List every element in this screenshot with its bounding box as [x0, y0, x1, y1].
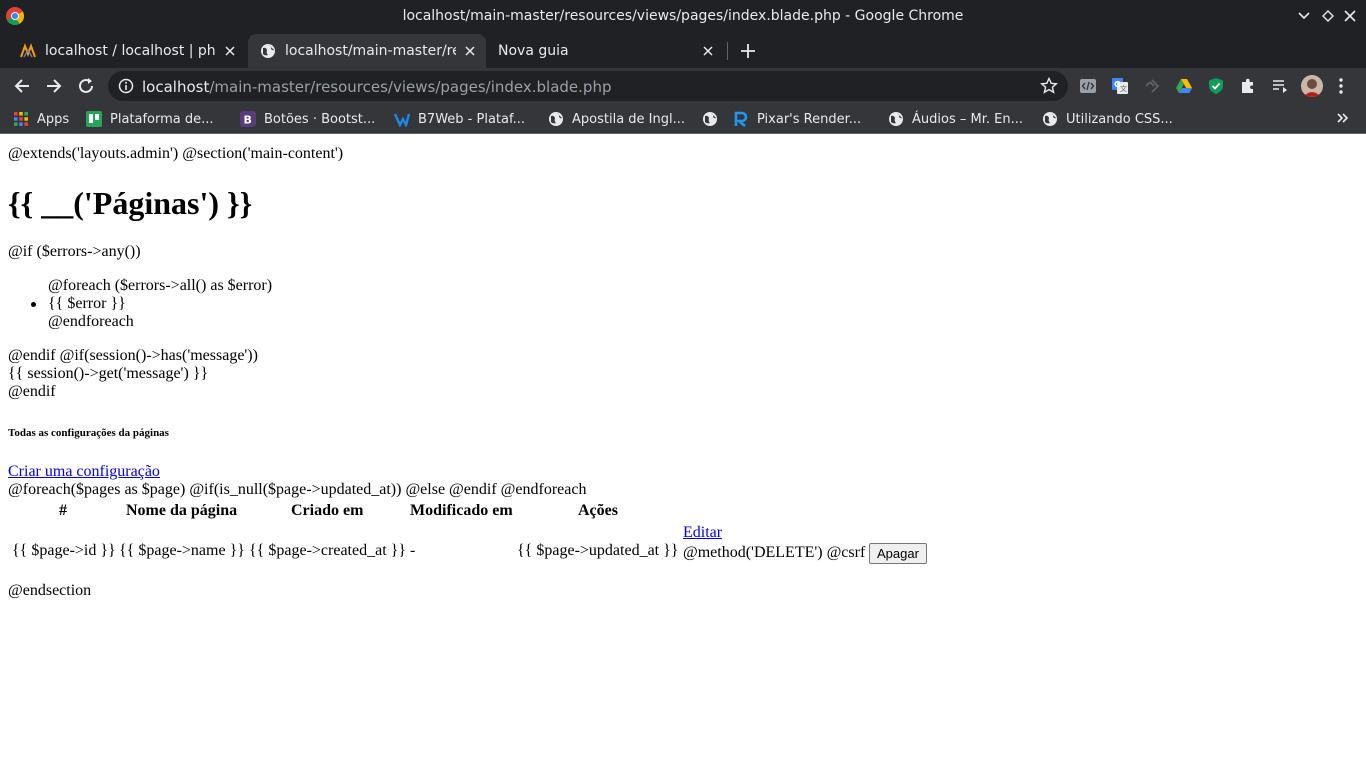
bookmark-renderman[interactable]: Pixar's Render... — [733, 109, 861, 129]
phpmyadmin-icon — [20, 43, 36, 58]
bookmark-label: Apps — [37, 111, 70, 127]
bootstrap-icon: B — [240, 111, 256, 127]
table-header-created: Criado em — [291, 502, 364, 519]
bookmark-plataforma[interactable]: Plataforma de... — [86, 109, 214, 129]
address-bar[interactable]: localhost/main-master/resources/views/pa… — [108, 71, 1068, 101]
bookmark-audios[interactable]: Áudios – Mr. En... — [888, 109, 1023, 129]
svg-text:文: 文 — [1120, 84, 1127, 93]
tab-label: localhost / localhost | phpM — [45, 43, 216, 59]
table-cell-created: {{ $page->created_at }} — [249, 542, 406, 559]
google-drive-icon[interactable] — [1175, 77, 1193, 95]
section-subtitle: Todas as configurações da páginas — [8, 427, 169, 439]
close-tab-icon[interactable] — [700, 43, 716, 59]
forward-arrow-icon[interactable] — [44, 76, 64, 96]
window-titlebar: localhost/main-master/resources/views/pa… — [0, 0, 1366, 33]
reading-list-icon[interactable] — [1271, 77, 1289, 95]
bookmark-label: Plataforma de... — [110, 111, 214, 127]
bookmark-star-icon[interactable] — [1040, 77, 1058, 95]
apps-grid-icon — [14, 112, 28, 126]
profile-avatar[interactable] — [1301, 75, 1323, 97]
bookmark-label: Apostila de Ingl... — [572, 111, 686, 127]
table-header-id: # — [59, 502, 67, 519]
blade-endif-session-text: @endif @if(session()->has('message')) — [8, 347, 258, 364]
table-cell-modified-dash: - — [410, 542, 416, 559]
close-tab-icon[interactable] — [462, 43, 478, 59]
table-cell-id: {{ $page->id }} — [12, 542, 116, 559]
tab-label: localhost/main-master/resc — [285, 43, 456, 59]
table-header-actions: Ações — [578, 502, 618, 519]
extensions-puzzle-icon[interactable] — [1239, 77, 1257, 95]
trello-icon — [86, 111, 102, 127]
b7web-icon — [394, 113, 410, 127]
tab-strip: localhost / localhost | phpM localhost/m… — [0, 33, 1366, 68]
globe-icon — [703, 112, 717, 126]
bookmark-apostila[interactable]: Apostila de Ingl... — [548, 109, 685, 129]
tab-nova-guia[interactable]: Nova guia — [486, 34, 724, 68]
shield-extension-icon[interactable] — [1207, 77, 1225, 95]
edit-link[interactable]: Editar — [683, 524, 722, 542]
bookmark-b7web[interactable]: B7Web - Plataf... — [394, 109, 525, 129]
bookmark-label: B7Web - Plataf... — [418, 111, 525, 127]
cast-extension-icon[interactable] — [1143, 77, 1161, 95]
table-header-name: Nome da página — [126, 502, 238, 519]
list-item: {{ $error }} — [31, 295, 126, 312]
globe-icon — [1043, 112, 1057, 126]
blade-extends-text: @extends('layouts.admin') @section('main… — [8, 145, 344, 162]
new-tab-icon[interactable] — [738, 41, 758, 61]
browser-toolbar: localhost/main-master/resources/views/pa… — [0, 68, 1366, 104]
bookmark-bootstrap[interactable]: B Botões · Bootst... — [240, 109, 375, 129]
google-translate-icon[interactable]: G 文 — [1111, 77, 1129, 95]
more-bookmarks-icon[interactable] — [1336, 110, 1350, 126]
maximize-icon[interactable] — [1319, 7, 1337, 25]
minimize-icon[interactable] — [1295, 7, 1313, 25]
blade-endforeach-text: @endforeach — [48, 313, 134, 330]
bookmark-utilizando-css[interactable]: Utilizando CSS... — [1042, 109, 1173, 129]
window-title: localhost/main-master/resources/views/pa… — [402, 8, 964, 24]
blade-foreach-pages-text: @foreach($pages as $page) @if(is_null($p… — [8, 481, 587, 498]
back-arrow-icon[interactable] — [12, 76, 32, 96]
bookmark-apps[interactable]: Apps — [13, 109, 69, 129]
globe-icon — [549, 112, 563, 126]
bookmark-label: Pixar's Render... — [757, 111, 862, 127]
page-title: {{ __('Páginas') }} — [8, 185, 253, 221]
blade-method-csrf-text: @method('DELETE') @csrf — [683, 544, 866, 561]
tab-index-blade[interactable]: localhost/main-master/resc — [248, 34, 486, 68]
menu-kebab-icon[interactable] — [1338, 77, 1344, 95]
bookmark-label: Áudios – Mr. En... — [912, 111, 1023, 127]
session-message-text: {{ session()->get('message') }} — [8, 365, 209, 382]
tab-separator — [727, 42, 728, 60]
url-path: /main-master/resources/views/pages/index… — [209, 78, 612, 96]
blade-foreach-errors-text: @foreach ($errors->all() as $error) — [48, 277, 273, 294]
reload-icon[interactable] — [76, 76, 96, 96]
close-tab-icon[interactable] — [222, 43, 238, 59]
table-cell-updated: {{ $page->updated_at }} — [517, 542, 679, 559]
table-cell-name: {{ $page->name }} — [119, 542, 245, 559]
close-window-icon[interactable] — [1341, 7, 1359, 25]
code-extension-icon[interactable] — [1079, 77, 1097, 95]
blade-endif-text: @endif — [8, 383, 56, 400]
info-icon[interactable] — [118, 78, 134, 94]
renderman-icon — [734, 111, 748, 127]
bookmark-label: Utilizando CSS... — [1066, 111, 1173, 127]
bookmark-label: Botões · Bootst... — [264, 111, 376, 127]
url-host: localhost — [142, 78, 210, 96]
delete-button[interactable]: Apagar — [869, 543, 927, 564]
tab-label: Nova guia — [498, 43, 569, 59]
blade-if-errors-text: @if ($errors->any()) — [8, 243, 141, 260]
globe-icon — [261, 44, 275, 58]
page-content: @extends('layouts.admin') @section('main… — [0, 135, 1366, 768]
globe-icon — [889, 112, 903, 126]
blade-endsection-text: @endsection — [8, 582, 92, 599]
bookmark-unnamed[interactable] — [702, 109, 726, 129]
svg-text:B: B — [244, 114, 252, 127]
avatar-icon — [1301, 75, 1323, 97]
url-text[interactable]: localhost/main-master/resources/views/pa… — [142, 78, 611, 96]
bookmarks-bar: Apps Plataforma de... B Botões · Bootst.… — [0, 104, 1366, 134]
tab-phpmyadmin[interactable]: localhost / localhost | phpM — [8, 34, 246, 68]
table-header-modified: Modificado em — [410, 502, 513, 519]
create-config-link[interactable]: Criar uma configuração — [8, 463, 160, 481]
